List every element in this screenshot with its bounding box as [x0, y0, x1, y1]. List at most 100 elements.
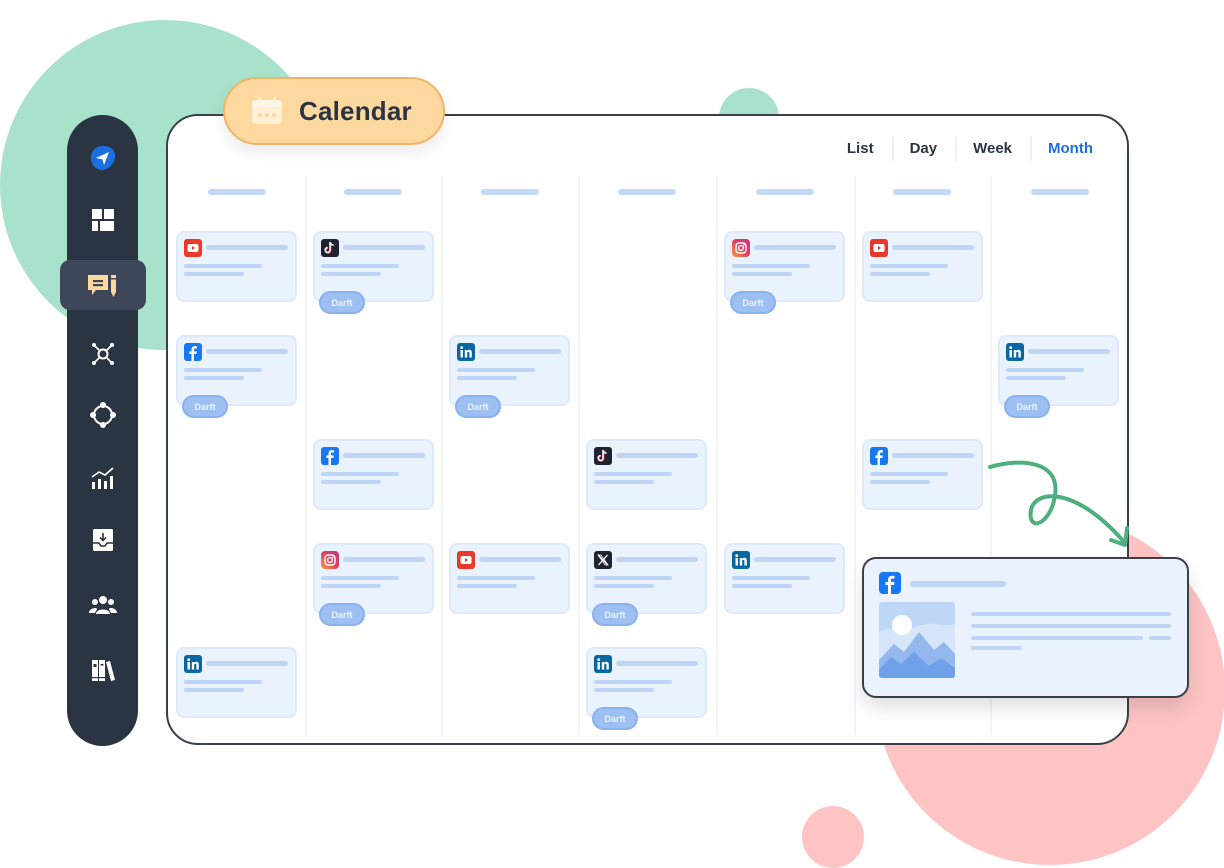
sidebar-item-inbox[interactable]	[67, 515, 138, 565]
preview-text-line	[971, 646, 1021, 650]
column-divider	[854, 176, 856, 735]
sidebar-nav	[60, 115, 146, 746]
instagram-icon	[321, 551, 339, 569]
sidebar-item-team[interactable]	[67, 580, 138, 630]
text-placeholder-line	[321, 264, 399, 268]
day-header-placeholder	[618, 189, 676, 195]
text-placeholder-line	[184, 688, 244, 692]
text-placeholder-line	[457, 576, 535, 580]
draft-status-badge[interactable]: Darft	[455, 395, 501, 418]
tab-week[interactable]: Week	[955, 136, 1030, 161]
text-placeholder-line	[479, 349, 561, 354]
linkedin-icon	[184, 655, 202, 673]
post-card-youtube[interactable]	[449, 543, 570, 614]
text-placeholder-line	[870, 264, 948, 268]
library-books-icon	[91, 660, 115, 681]
text-placeholder-line	[457, 376, 517, 380]
post-card-linkedin[interactable]: Darft	[449, 335, 570, 418]
draft-status-badge[interactable]: Darft	[592, 707, 638, 730]
page-title: Calendar	[299, 95, 412, 126]
sidebar-item-library[interactable]	[67, 645, 138, 695]
youtube-icon	[457, 551, 475, 569]
draft-status-badge[interactable]: Darft	[319, 291, 365, 314]
tiktok-icon	[594, 447, 612, 465]
post-card-tiktok[interactable]: Darft	[313, 231, 434, 314]
sidebar-item-dashboard[interactable]	[67, 195, 138, 245]
connected-nodes-icon	[89, 402, 116, 428]
sidebar-item-engage[interactable]	[67, 329, 138, 379]
preview-text-line	[1149, 636, 1171, 640]
post-card-linkedin[interactable]	[724, 543, 845, 614]
text-placeholder-line	[206, 349, 288, 354]
facebook-icon	[870, 447, 888, 465]
sidebar-item-workflow[interactable]	[67, 390, 138, 440]
post-card-linkedin[interactable]	[176, 647, 297, 718]
text-placeholder-line	[457, 584, 517, 588]
post-card-youtube[interactable]	[176, 231, 297, 302]
tab-day[interactable]: Day	[891, 136, 956, 161]
sidebar-item-send[interactable]	[67, 133, 138, 183]
text-placeholder-line	[321, 480, 381, 484]
draft-status-badge[interactable]: Darft	[319, 603, 365, 626]
inbox-download-icon	[92, 529, 113, 551]
text-placeholder-line	[206, 245, 288, 250]
sidebar-item-publish[interactable]	[60, 260, 146, 310]
post-card-instagram[interactable]: Darft	[313, 543, 434, 626]
post-card-x[interactable]: Darft	[586, 543, 707, 626]
tab-month[interactable]: Month	[1030, 136, 1111, 161]
text-placeholder-line	[732, 584, 792, 588]
tiktok-icon	[321, 239, 339, 257]
day-header-placeholder	[480, 189, 539, 195]
post-card-tiktok[interactable]	[586, 439, 707, 510]
text-placeholder-line	[343, 245, 425, 250]
youtube-icon	[870, 239, 888, 257]
column-divider	[716, 176, 718, 735]
column-divider	[578, 176, 580, 735]
dashboard-grid-icon	[91, 209, 114, 231]
text-placeholder-line	[343, 453, 425, 458]
text-placeholder-line	[870, 272, 930, 276]
text-placeholder-line	[457, 368, 535, 372]
text-placeholder-line	[479, 557, 561, 562]
post-card-facebook[interactable]	[862, 439, 983, 510]
post-preview-card[interactable]	[862, 557, 1189, 698]
text-placeholder-line	[184, 376, 244, 380]
day-header-placeholder	[344, 189, 402, 195]
text-placeholder-line	[594, 688, 654, 692]
post-card-linkedin[interactable]: Darft	[586, 647, 707, 730]
post-card-facebook[interactable]	[313, 439, 434, 510]
draft-status-badge[interactable]: Darft	[1004, 395, 1050, 418]
sidebar-item-analytics[interactable]	[67, 453, 138, 503]
linkedin-icon	[732, 551, 750, 569]
text-placeholder-line	[594, 472, 672, 476]
draft-status-badge[interactable]: Darft	[592, 603, 638, 626]
facebook-icon	[879, 572, 901, 594]
text-placeholder-line	[1028, 349, 1110, 354]
text-placeholder-line	[594, 680, 672, 684]
linkedin-icon	[1006, 343, 1024, 361]
post-card-instagram[interactable]: Darft	[724, 231, 845, 314]
curved-arrow-icon	[988, 460, 1129, 547]
landscape-image	[879, 602, 955, 678]
compose-post-icon	[88, 275, 116, 297]
post-card-youtube[interactable]	[862, 231, 983, 302]
draft-status-badge[interactable]: Darft	[182, 395, 228, 418]
preview-text-line	[971, 624, 1171, 628]
view-switcher: List Day Week Month	[829, 136, 1111, 161]
facebook-icon	[321, 447, 339, 465]
text-placeholder-line	[594, 480, 654, 484]
day-header-placeholder	[207, 189, 266, 195]
text-placeholder-line	[892, 245, 974, 250]
decorative-pink-small-circle	[802, 806, 864, 868]
column-divider	[305, 176, 307, 735]
text-placeholder-line	[206, 661, 288, 666]
draft-status-badge[interactable]: Darft	[730, 291, 776, 314]
team-users-icon	[88, 596, 117, 614]
text-placeholder-line	[184, 264, 262, 268]
post-card-linkedin[interactable]: Darft	[998, 335, 1119, 418]
post-card-facebook[interactable]: Darft	[176, 335, 297, 418]
tab-list[interactable]: List	[829, 136, 892, 161]
day-header-placeholder	[893, 189, 951, 195]
text-placeholder-line	[321, 472, 399, 476]
preview-text-line	[971, 636, 1143, 640]
